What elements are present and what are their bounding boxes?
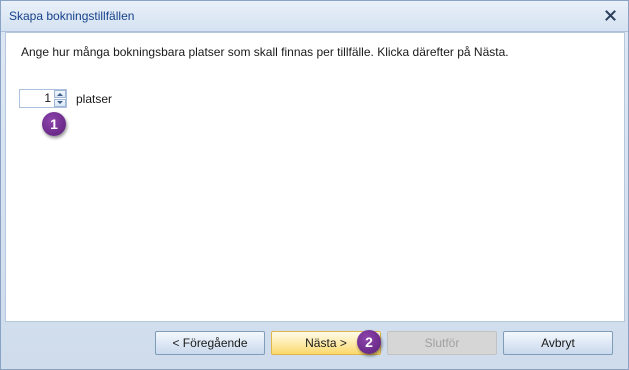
- spin-up-button[interactable]: [54, 90, 66, 98]
- finish-button: Slutför: [387, 331, 497, 355]
- title-bar: Skapa bokningstillfällen: [1, 1, 628, 32]
- content-panel: Ange hur många bokningsbara platser som …: [5, 32, 625, 322]
- window-title: Skapa bokningstillfällen: [9, 9, 135, 23]
- step-badge-1: 1: [42, 112, 66, 136]
- spin-down-button[interactable]: [54, 99, 66, 107]
- close-icon[interactable]: [603, 8, 618, 23]
- chevron-down-icon: [57, 101, 63, 104]
- spinner-value[interactable]: 1: [20, 90, 53, 107]
- previous-button[interactable]: < Föregående: [155, 331, 265, 355]
- step-badge-2: 2: [357, 330, 381, 354]
- chevron-up-icon: [57, 93, 63, 96]
- places-spinner[interactable]: 1: [19, 89, 67, 108]
- instruction-text: Ange hur många bokningsbara platser som …: [21, 45, 509, 59]
- spinner-unit-label: platser: [76, 92, 113, 106]
- cancel-button[interactable]: Avbryt: [503, 331, 613, 355]
- button-bar: < Föregående Nästa > Slutför Avbryt: [1, 322, 628, 369]
- dialog-window: Skapa bokningstillfällen Ange hur många …: [0, 0, 629, 370]
